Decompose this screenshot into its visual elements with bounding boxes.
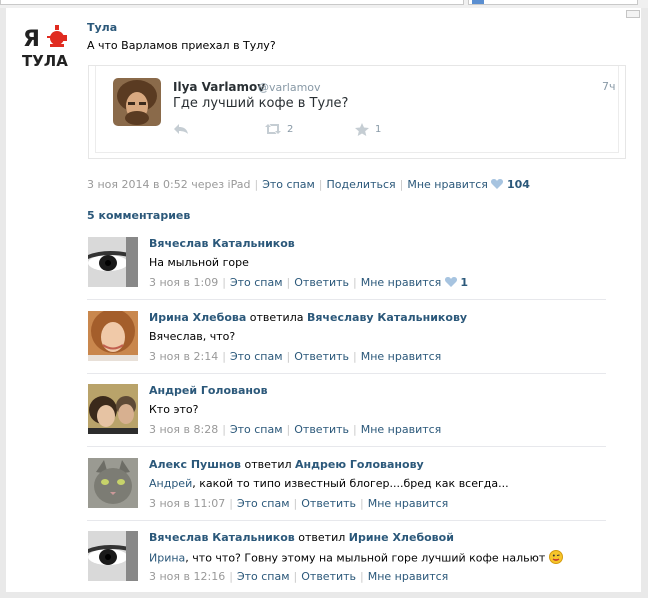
reply-to-name[interactable]: Андрею Голованову <box>295 458 424 471</box>
post-like-link[interactable]: Мне нравится <box>407 178 488 191</box>
search-bar[interactable] <box>468 0 638 5</box>
comment-author-name[interactable]: Вячеслав Катальников <box>149 531 295 544</box>
tweet-text: Где лучший кофе в Туле? <box>173 96 349 111</box>
comment-avatar[interactable] <box>88 531 138 581</box>
tweet-author-name[interactable]: Ilya Varlamov <box>173 80 265 94</box>
comment-like-link[interactable]: Мне нравится <box>368 497 449 510</box>
wink-emoji-icon <box>548 550 563 567</box>
reply-word: ответил <box>244 458 292 471</box>
tweet-author-handle[interactable]: @varlamov <box>258 81 321 94</box>
tweet-card: Ilya Varlamov @varlamov 7ч Где лучший ко… <box>95 66 619 153</box>
favorite-star-icon[interactable] <box>355 123 369 139</box>
reply-word: ответил <box>298 531 346 544</box>
comment-reply-link[interactable]: Ответить <box>294 276 349 289</box>
post-like-count[interactable]: 104 <box>507 178 530 191</box>
comment-meta: 3 ноя в 11:07 | Это спам | Ответить | Мне нрав… <box>149 497 449 510</box>
mention-link[interactable]: Андрей <box>149 477 192 490</box>
window-frame-bottom <box>0 592 648 598</box>
comment-spam-link[interactable]: Это спам <box>230 423 283 436</box>
group-logo[interactable]: Я ТУЛА <box>21 22 73 70</box>
comment-text-line: Андрей, какой то типо известный блогер..… <box>149 477 509 490</box>
post-text: А что Варламов приехал в Тулу? <box>87 39 276 52</box>
mention-link[interactable]: Ирина <box>149 552 185 565</box>
comment-divider <box>87 299 606 300</box>
retweet-icon[interactable] <box>263 123 283 138</box>
comment-date[interactable]: 3 ноя в 2:14 <box>149 350 218 363</box>
comment-author-name[interactable]: Андрей Голованов <box>149 384 268 397</box>
comment-author-line: Алекс Пушнов ответил Андрею Голованову <box>149 458 424 471</box>
comment-text: На мыльной горе <box>149 256 249 269</box>
comment-spam-link[interactable]: Это спам <box>237 570 290 583</box>
comment-reply-link[interactable]: Ответить <box>301 570 356 583</box>
share-link[interactable]: Поделиться <box>327 178 396 191</box>
comment-text: Кто это? <box>149 403 199 416</box>
window-frame-left <box>0 8 6 598</box>
comment-avatar[interactable] <box>88 237 138 287</box>
heart-icon[interactable] <box>444 276 457 290</box>
post-date[interactable]: 3 ноя 2014 в 0:52 через iPad <box>87 178 250 191</box>
comment-like-count[interactable]: 1 <box>460 276 468 289</box>
logo-letter: Я <box>23 27 40 52</box>
comment-author-line: Ирина Хлебова ответила Вячеславу Катальн… <box>149 311 467 324</box>
samovar-logo-icon: Я ТУЛА <box>22 25 68 70</box>
browser-toolbar <box>0 0 648 8</box>
comment-author-name[interactable]: Вячеслав Катальников <box>149 237 295 250</box>
comment-divider <box>87 373 606 374</box>
group-name-link[interactable]: Тула <box>87 21 117 34</box>
comment-like-link[interactable]: Мне нравится <box>361 350 442 363</box>
embedded-tweet[interactable]: Ilya Varlamov @varlamov 7ч Где лучший ко… <box>88 65 626 159</box>
comment-avatar[interactable] <box>88 458 138 508</box>
comment-spam-link[interactable]: Это спам <box>230 276 283 289</box>
comment-meta: 3 ноя в 1:09 | Это спам | Ответить | Мне нрави… <box>149 276 468 290</box>
comment-meta: 3 ноя в 12:16 | Это спам | Ответить | Мне нрав… <box>149 570 449 583</box>
comment-spam-link[interactable]: Это спам <box>237 497 290 510</box>
post-spam-link[interactable]: Это спам <box>262 178 315 191</box>
comment-text: Вячеслав, что? <box>149 330 236 343</box>
comment-like-link[interactable]: Мне нравится <box>361 276 442 289</box>
reply-icon[interactable] <box>173 123 189 138</box>
tweet-timestamp[interactable]: 7ч <box>602 80 616 93</box>
comment-text: , что что? Говну этому на мыльной горе л… <box>185 551 546 565</box>
search-engine-icon <box>472 0 484 4</box>
comment-reply-link[interactable]: Ответить <box>294 423 349 436</box>
window-frame-right <box>641 8 648 598</box>
reply-to-name[interactable]: Ирине Хлебовой <box>349 531 454 544</box>
heart-icon[interactable] <box>491 178 504 192</box>
comment-spam-link[interactable]: Это спам <box>230 350 283 363</box>
address-bar[interactable] <box>0 0 464 5</box>
comment-divider <box>87 520 606 521</box>
comment-divider <box>87 446 606 447</box>
reply-to-name[interactable]: Вячеславу Катальникову <box>307 311 467 324</box>
favorite-count: 1 <box>375 124 382 135</box>
retweet-count: 2 <box>287 124 294 135</box>
logo-city: ТУЛА <box>22 52 68 70</box>
comment-author-line: Вячеслав Катальников ответил Ирине Хлебо… <box>149 531 454 544</box>
comment-author-line: Андрей Голованов <box>149 384 268 397</box>
comment-reply-link[interactable]: Ответить <box>301 497 356 510</box>
scrollbar-arrow-up[interactable] <box>626 10 640 18</box>
comment-text: , какой то типо известный блогер....бред… <box>192 477 509 490</box>
comment-author-name[interactable]: Алекс Пушнов <box>149 458 241 471</box>
tweet-author-avatar[interactable] <box>113 78 161 126</box>
reply-word: ответила <box>249 311 304 324</box>
comment-like-link[interactable]: Мне нравится <box>368 570 449 583</box>
comment-meta: 3 ноя в 2:14 | Это спам | Ответить | Мне нрави… <box>149 350 442 363</box>
comment-avatar[interactable] <box>88 311 138 361</box>
comment-text-line: Ирина, что что? Говну этому на мыльной г… <box>149 550 563 567</box>
comment-reply-link[interactable]: Ответить <box>294 350 349 363</box>
post-meta: 3 ноя 2014 в 0:52 через iPad | Это спам | По… <box>87 178 530 192</box>
comment-avatar[interactable] <box>88 384 138 434</box>
comment-author-name[interactable]: Ирина Хлебова <box>149 311 246 324</box>
comment-date[interactable]: 3 ноя в 12:16 <box>149 570 225 583</box>
comments-count-title[interactable]: 5 комментариев <box>87 209 190 222</box>
comment-meta: 3 ноя в 8:28 | Это спам | Ответить | Мне нрави… <box>149 423 442 436</box>
comment-like-link[interactable]: Мне нравится <box>361 423 442 436</box>
comment-author-line: Вячеслав Катальников <box>149 237 295 250</box>
comment-date[interactable]: 3 ноя в 1:09 <box>149 276 218 289</box>
comment-date[interactable]: 3 ноя в 8:28 <box>149 423 218 436</box>
comment-date[interactable]: 3 ноя в 11:07 <box>149 497 225 510</box>
